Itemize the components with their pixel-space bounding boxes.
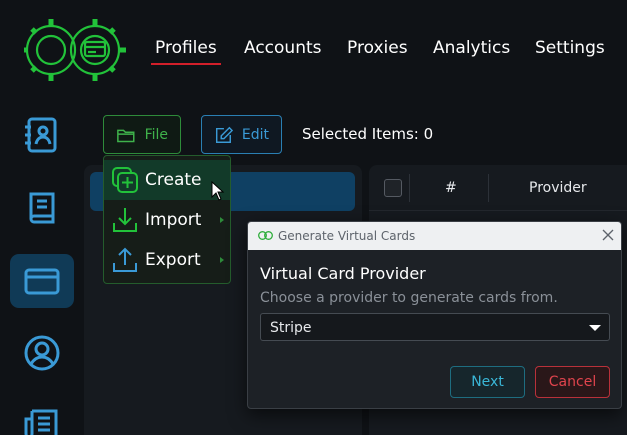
sidebar-item-news[interactable] bbox=[10, 396, 74, 435]
edit-pencil-icon bbox=[215, 126, 234, 143]
menu-item-label: Create bbox=[145, 170, 202, 190]
nav-accounts[interactable]: Accounts bbox=[244, 38, 322, 58]
column-divider bbox=[409, 174, 410, 202]
export-icon bbox=[113, 247, 137, 272]
sidebar-item-cards[interactable] bbox=[10, 254, 74, 308]
nav-profiles[interactable]: Profiles bbox=[151, 38, 221, 65]
book-icon bbox=[29, 192, 55, 224]
next-button[interactable]: Next bbox=[450, 366, 525, 398]
file-menu: Create Import Export bbox=[103, 155, 231, 284]
column-header-provider[interactable]: Provider bbox=[529, 180, 587, 196]
menu-item-label: Import bbox=[145, 210, 202, 230]
credit-card-icon bbox=[24, 268, 60, 295]
dialog-titlebar: Generate Virtual Cards bbox=[248, 222, 621, 250]
user-circle-icon bbox=[24, 335, 60, 371]
chevron-down-icon bbox=[589, 325, 601, 331]
sidebar bbox=[0, 100, 84, 435]
menu-item-export[interactable]: Export bbox=[104, 240, 230, 280]
app-title-icon bbox=[258, 231, 273, 240]
nav-analytics[interactable]: Analytics bbox=[433, 38, 510, 58]
app-logo bbox=[24, 19, 126, 81]
edit-button[interactable]: Edit bbox=[201, 115, 282, 154]
sidebar-item-book[interactable] bbox=[10, 181, 74, 235]
dialog-subtitle: Choose a provider to generate cards from… bbox=[260, 290, 558, 306]
close-icon[interactable] bbox=[601, 228, 615, 242]
submenu-arrow-icon bbox=[220, 257, 224, 263]
cancel-button[interactable]: Cancel bbox=[535, 366, 610, 398]
contacts-book-icon bbox=[25, 117, 57, 153]
table-header bbox=[369, 165, 627, 211]
import-icon bbox=[113, 208, 137, 232]
sidebar-item-contacts[interactable] bbox=[10, 108, 74, 162]
submenu-arrow-icon bbox=[220, 217, 224, 223]
file-button[interactable]: File bbox=[103, 115, 181, 154]
dialog-title: Generate Virtual Cards bbox=[278, 229, 416, 243]
generate-virtual-cards-dialog: Generate Virtual Cards Virtual Card Prov… bbox=[247, 221, 622, 409]
menu-item-label: Export bbox=[145, 250, 201, 270]
folder-icon bbox=[117, 129, 135, 142]
sidebar-item-profile[interactable] bbox=[10, 326, 74, 380]
nav-proxies[interactable]: Proxies bbox=[347, 38, 408, 58]
mouse-cursor-icon bbox=[211, 181, 225, 201]
newspaper-icon bbox=[24, 409, 58, 435]
column-divider bbox=[488, 174, 489, 202]
column-header-index[interactable]: # bbox=[445, 180, 457, 196]
menu-item-import[interactable]: Import bbox=[104, 200, 230, 240]
dialog-heading: Virtual Card Provider bbox=[260, 264, 426, 283]
provider-select[interactable]: Stripe bbox=[260, 313, 610, 341]
select-all-checkbox[interactable] bbox=[384, 179, 402, 197]
nav-settings[interactable]: Settings bbox=[535, 38, 605, 58]
selected-items-count: Selected Items: 0 bbox=[302, 125, 434, 143]
file-button-label: File bbox=[144, 126, 168, 143]
provider-select-value: Stripe bbox=[270, 320, 312, 336]
edit-button-label: Edit bbox=[241, 126, 269, 143]
create-plus-icon bbox=[112, 167, 138, 193]
